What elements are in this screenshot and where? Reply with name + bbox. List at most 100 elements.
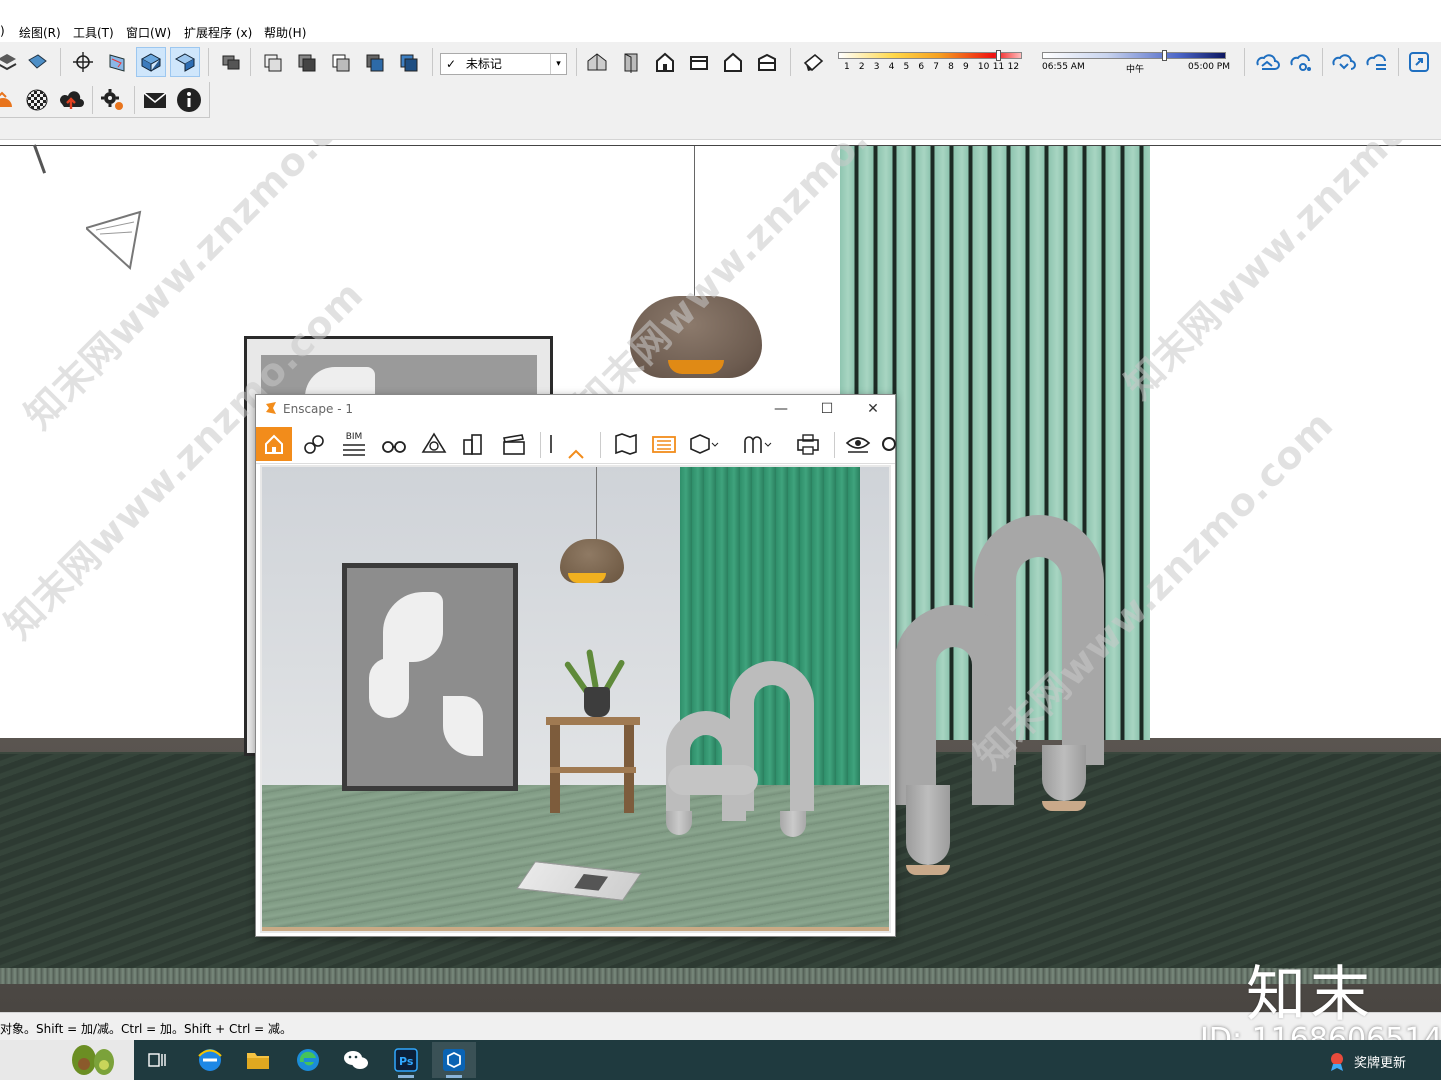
menu-item-draw[interactable]: 绘图(R)	[19, 24, 61, 41]
separator	[1244, 48, 1245, 76]
month-tick-label: 7	[933, 62, 939, 72]
perspective-icon[interactable]	[416, 427, 452, 461]
month-tick-label: 10	[977, 62, 990, 72]
location-pin-icon[interactable]	[296, 427, 332, 461]
shadow-toggle-icon[interactable]	[798, 47, 828, 77]
close-button[interactable]: ✕	[850, 395, 896, 423]
month-tick-label: 6	[918, 62, 925, 72]
cloud-share-icon[interactable]	[1286, 47, 1316, 77]
arch-dropdown-icon[interactable]	[740, 427, 776, 461]
task-view-icon[interactable]	[136, 1042, 180, 1078]
wechat-icon[interactable]	[334, 1042, 378, 1078]
style-shaded-icon[interactable]	[360, 47, 390, 77]
watermark-logo: 知末	[1246, 960, 1374, 1030]
cloud-link-icon[interactable]	[1252, 47, 1282, 77]
style-textured-icon[interactable]	[394, 47, 424, 77]
info-icon[interactable]	[174, 85, 204, 115]
checker-sphere-icon[interactable]	[22, 85, 52, 115]
enscape-render-view[interactable]	[260, 465, 891, 933]
pot	[584, 687, 610, 717]
chair-leg	[780, 811, 806, 837]
cloud-list-icon[interactable]	[1362, 47, 1392, 77]
shadow-time-slider[interactable]: 06:55 AM 中午 05:00 PM	[1042, 50, 1230, 78]
minimize-button[interactable]: —	[758, 395, 804, 423]
map-icon[interactable]	[608, 427, 644, 461]
cloud-download-icon[interactable]	[1328, 47, 1358, 77]
medal-icon[interactable]	[1326, 1050, 1348, 1072]
edge-browser-icon[interactable]	[286, 1042, 330, 1078]
view-top-icon[interactable]	[684, 47, 714, 77]
taskbar-start-area[interactable]	[0, 1040, 134, 1080]
home-icon[interactable]	[256, 427, 292, 461]
shadow-month-slider[interactable]: 1 2 3 4 5 6 7 8 9 10 11 12	[838, 50, 1024, 78]
render-pendant-lamp	[560, 539, 624, 583]
menu-item-tools[interactable]: 工具(T)	[73, 24, 114, 41]
menu-item-help[interactable]: 帮助(H)	[264, 24, 306, 41]
sketchup-icon[interactable]	[432, 1042, 476, 1078]
sun-icon[interactable]	[0, 85, 18, 115]
gear-icon[interactable]	[98, 85, 128, 115]
separator	[1398, 48, 1399, 76]
photoshop-icon[interactable]: Ps	[384, 1042, 428, 1078]
month-thumb[interactable]	[996, 50, 1001, 61]
layers-icon[interactable]	[0, 47, 22, 77]
month-tick-label: 12	[1007, 62, 1020, 72]
ie-browser-icon[interactable]	[188, 1042, 232, 1078]
iso-view-icon[interactable]	[136, 47, 166, 77]
chair-foot	[1042, 801, 1086, 811]
view-side-icon[interactable]	[616, 47, 646, 77]
binoculars-icon[interactable]	[376, 427, 412, 461]
eye-settings-icon[interactable]	[840, 427, 876, 461]
file-explorer-icon[interactable]	[236, 1042, 280, 1078]
section-plane-icon[interactable]	[102, 47, 132, 77]
enscape-toolbar: BIM	[256, 424, 896, 464]
time-start-label: 06:55 AM	[1042, 62, 1085, 72]
print-icon[interactable]	[790, 427, 826, 461]
menu-item-extensions[interactable]: 扩展程序 (x)	[184, 24, 252, 41]
art-shape	[383, 592, 443, 662]
style-xray-icon[interactable]	[258, 47, 288, 77]
notification-text[interactable]: 奖牌更新	[1354, 1052, 1406, 1071]
asset-library-icon[interactable]	[646, 427, 682, 461]
bim-icon[interactable]: BIM	[336, 427, 372, 461]
material-icon[interactable]	[22, 47, 52, 77]
time-thumb[interactable]	[1162, 50, 1167, 61]
style-hidden-icon[interactable]	[326, 47, 356, 77]
tag-select-value: 未标记	[465, 57, 502, 71]
cloud-upload-icon[interactable]	[56, 85, 86, 115]
gear-partial-icon[interactable]	[876, 427, 896, 461]
mail-icon[interactable]	[140, 85, 170, 115]
buildings-icon[interactable]	[456, 427, 492, 461]
view-bottom-icon[interactable]	[752, 47, 782, 77]
chair-leg	[1042, 745, 1086, 801]
enscape-titlebar[interactable]: Enscape - 1 — ☐ ✕	[256, 395, 895, 423]
month-tick-label: 11	[992, 62, 1005, 72]
separator	[600, 432, 601, 458]
view-front-house-icon[interactable]	[650, 47, 680, 77]
style-wireframe-icon[interactable]	[292, 47, 322, 77]
group-icon[interactable]	[216, 47, 246, 77]
maximize-button[interactable]: ☐	[804, 395, 850, 423]
chair-leg	[666, 811, 692, 835]
clapperboard-icon[interactable]	[496, 427, 532, 461]
time-track	[1042, 52, 1226, 59]
chevron-down-icon[interactable]: ▾	[550, 54, 566, 74]
view-back-house-icon[interactable]	[718, 47, 748, 77]
chair-foot	[906, 865, 950, 875]
separator	[60, 48, 61, 76]
expand-icon[interactable]	[1404, 47, 1434, 77]
menu-item-partial[interactable]: )	[0, 24, 5, 38]
view-iso-house-icon[interactable]	[582, 47, 612, 77]
menu-item-window[interactable]: 窗口(W)	[126, 24, 171, 41]
art-shape	[443, 696, 483, 756]
separator	[834, 432, 835, 458]
enscape-window: Enscape - 1 — ☐ ✕ BIM	[255, 394, 896, 937]
separator	[250, 48, 251, 76]
tag-select[interactable]: ✓ 未标记 ▾	[440, 53, 567, 75]
month-tick-label: 5	[903, 62, 910, 72]
menu-bar: ) 绘图(R) 工具(T) 窗口(W) 扩展程序 (x) 帮助(H)	[0, 0, 1441, 42]
cube-dropdown-icon[interactable]	[686, 427, 722, 461]
taskbar: Ps 奖牌更新	[0, 1040, 1441, 1080]
orbit-icon[interactable]	[68, 47, 98, 77]
front-view-icon[interactable]	[170, 47, 200, 77]
